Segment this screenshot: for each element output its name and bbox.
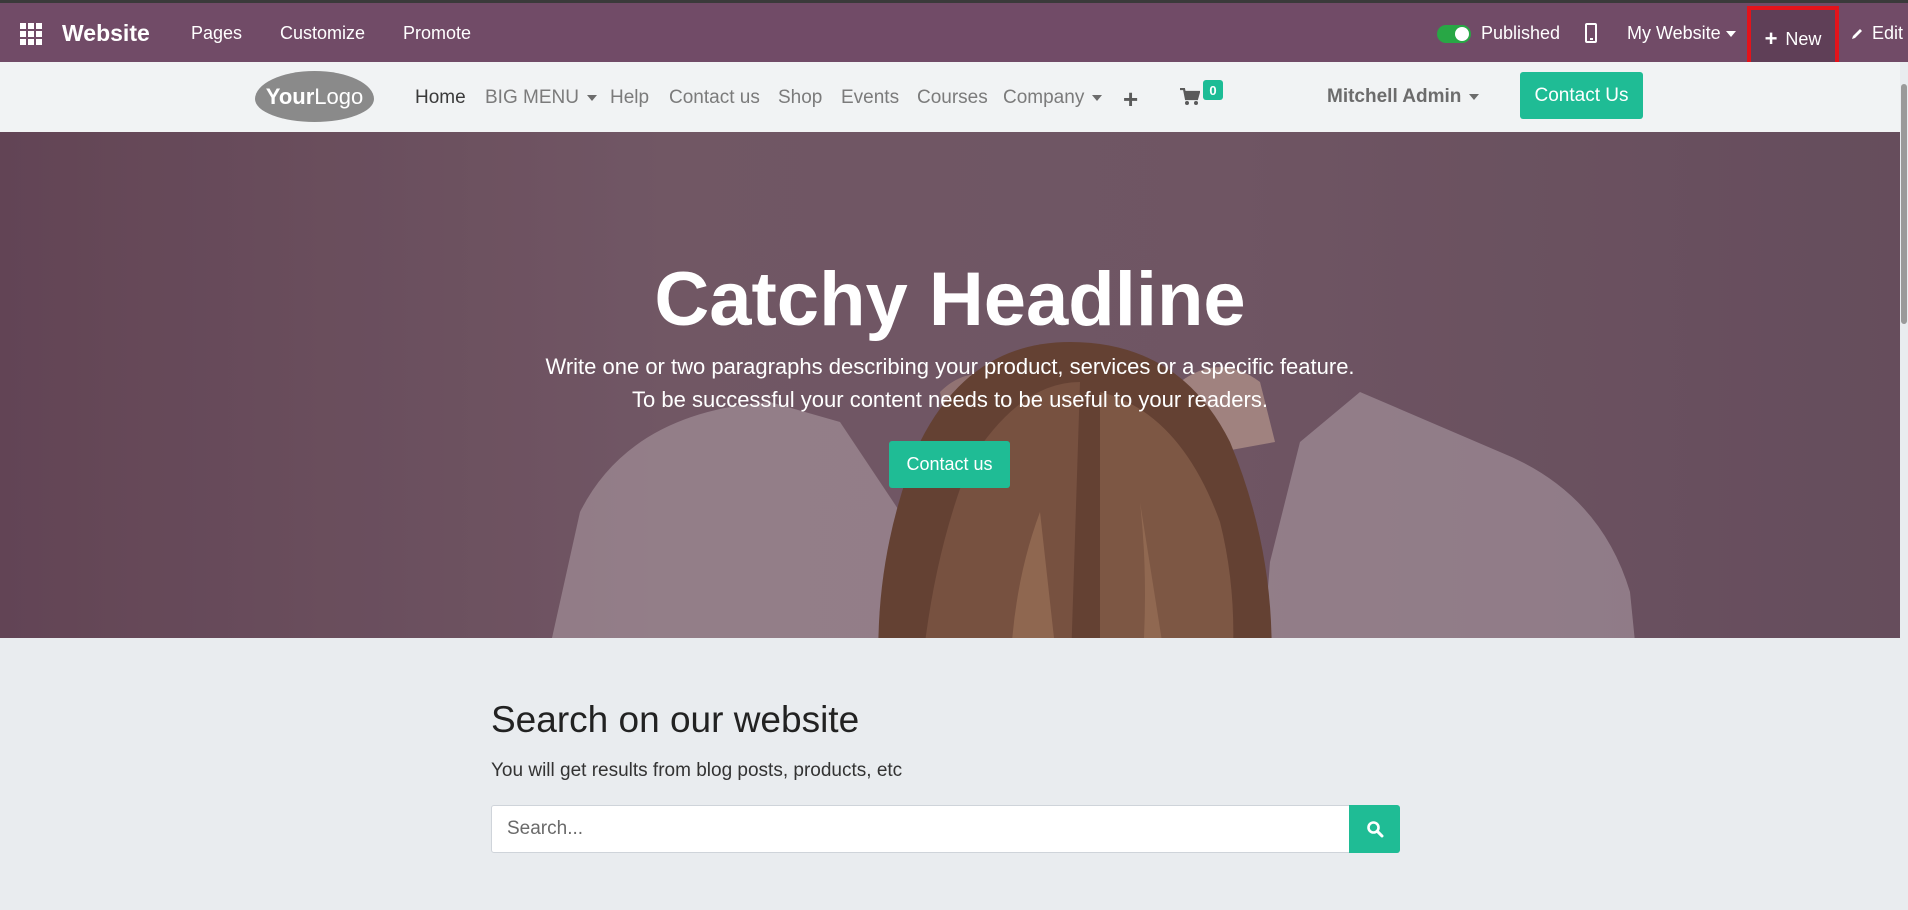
nav-courses[interactable]: Courses [917,87,988,109]
cart-icon[interactable] [1180,88,1200,106]
nav-big-menu-label: BIG MENU [485,87,579,108]
chevron-down-icon [1092,95,1103,101]
search-input[interactable] [491,805,1350,853]
hero-overlay [0,132,1900,638]
published-toggle[interactable]: Published [1437,23,1560,44]
nav-contact-us[interactable]: Contact us [669,87,760,109]
plus-icon: + [1764,26,1778,51]
menu-customize[interactable]: Customize [280,23,365,44]
menu-promote[interactable]: Promote [403,23,471,44]
new-button-label: New [1785,28,1822,49]
edit-button-label: Edit [1872,23,1904,43]
page-scrollbar[interactable] [1900,62,1908,910]
app-brand[interactable]: Website [62,20,150,47]
nav-company[interactable]: Company [1003,87,1103,109]
hero-paragraph-line-1: Write one or two paragraphs describing y… [545,354,1355,379]
toggle-switch-icon[interactable] [1437,24,1471,43]
search-section-subtitle: You will get results from blog posts, pr… [491,760,903,781]
user-name: Mitchell Admin [1327,86,1462,107]
pencil-icon [1852,28,1862,39]
scrollbar-thumb[interactable] [1901,84,1907,324]
add-menu-item-icon[interactable]: + [1123,84,1138,115]
chevron-down-icon [1469,94,1480,100]
hero-contact-button[interactable]: Contact us [889,441,1010,488]
hero-banner: Catchy Headline Write one or two paragra… [0,132,1900,638]
chevron-down-icon [1725,30,1736,37]
header-contact-button[interactable]: Contact Us [1520,72,1643,119]
chevron-down-icon [586,95,597,101]
site-header: Your Logo Home BIG MENU Help Contact us S… [0,62,1900,132]
nav-shop[interactable]: Shop [778,87,822,109]
site-logo[interactable]: Your Logo [255,71,374,122]
hero-headline: Catchy Headline [654,257,1246,342]
menu-pages[interactable]: Pages [191,23,242,44]
apps-grid-icon[interactable] [20,23,42,45]
user-menu[interactable]: Mitchell Admin [1327,86,1480,108]
nav-events[interactable]: Events [841,87,899,109]
search-icon [1366,821,1383,838]
odoo-top-bar: Website Pages Customize Promote Publishe… [0,0,1908,72]
logo-text: Logo [314,83,364,109]
logo-text-bold: Your [265,83,315,109]
website-selector[interactable]: My Website [1627,23,1736,44]
published-label: Published [1481,23,1561,43]
edit-button[interactable]: Edit [1850,23,1903,44]
nav-big-menu[interactable]: BIG MENU [485,87,597,109]
nav-home[interactable]: Home [415,87,466,109]
hero-paragraph-line-2: To be successful your content needs to b… [632,387,1268,412]
search-section-title: Search on our website [491,699,860,740]
nav-company-label: Company [1003,87,1085,108]
nav-help[interactable]: Help [610,87,649,109]
search-button[interactable] [1349,805,1400,853]
website-selector-label: My Website [1627,23,1721,43]
mobile-preview-icon[interactable] [1585,23,1597,43]
cart-count-badge: 0 [1203,80,1223,100]
